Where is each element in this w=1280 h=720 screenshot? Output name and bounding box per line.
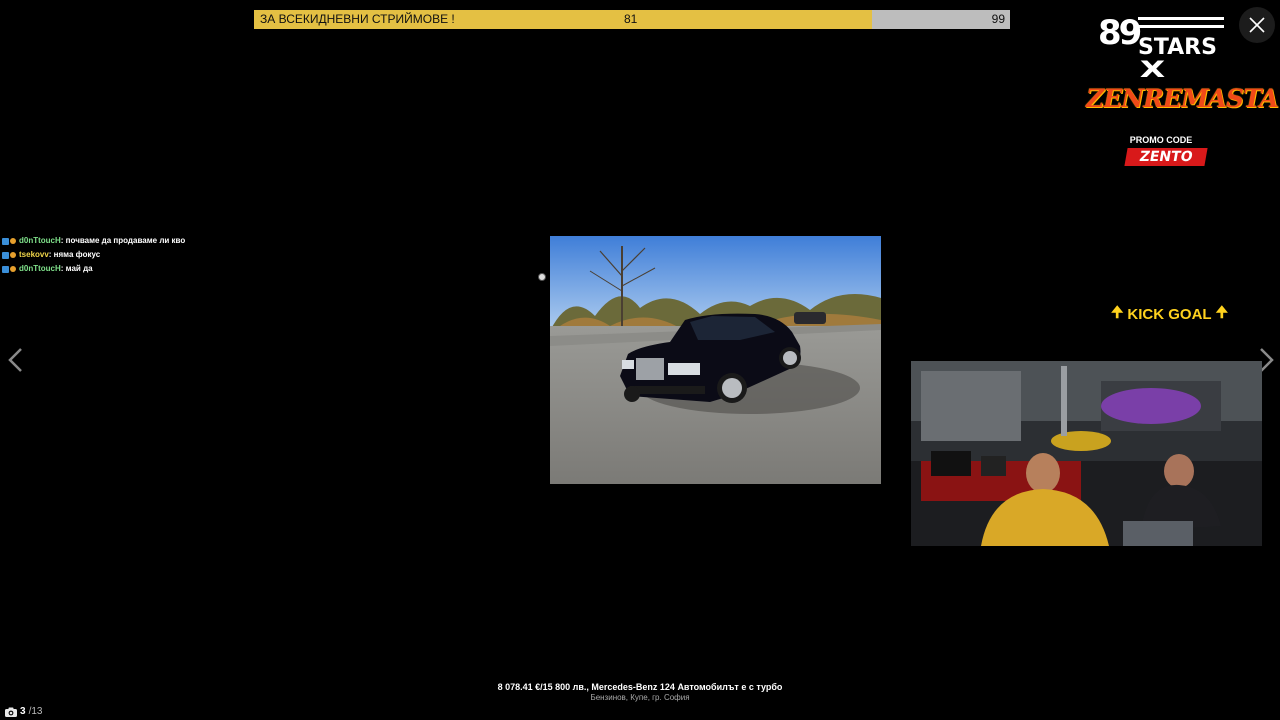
arrow-up-icon: 🠉	[1215, 303, 1228, 321]
chat-message: d0nTtoucH : май да	[2, 262, 242, 276]
image-counter: 3 /13	[5, 706, 42, 717]
webcam-feed	[911, 361, 1262, 546]
car-photo-illustration	[550, 236, 881, 484]
current-image-number: 3	[20, 706, 26, 717]
badge-icon	[10, 266, 16, 272]
chat-text: : май да	[60, 264, 93, 273]
chat-message: d0nTtoucH : почваме да продаваме ли кво	[2, 234, 242, 248]
badge-icon	[10, 252, 16, 258]
camera-icon	[5, 707, 17, 717]
listing-photo[interactable]	[550, 236, 881, 484]
sponsor-overlay: 89 STARS X ZENREMASTA PROMO CODE ZENTO	[1086, 12, 1279, 172]
close-button[interactable]	[1239, 7, 1275, 43]
sponsor-stars-word: STARS	[1138, 35, 1217, 60]
promo-code-value: ZENTO	[1124, 148, 1208, 166]
chat-username: d0nTtoucH	[19, 264, 61, 273]
webcam-illustration	[911, 361, 1262, 546]
chat-message: tsekovv : няма фокус	[2, 248, 242, 262]
listing-title: 8 078.41 €/15 800 лв., Mercedes-Benz 124…	[497, 682, 783, 692]
sponsor-number: 89	[1098, 13, 1142, 53]
indicator-dot	[538, 273, 546, 281]
badge-icon	[2, 265, 9, 273]
arrow-up-icon: 🠉	[1110, 303, 1124, 321]
chat-overlay: d0nTtoucH : почваме да продаваме ли кво …	[2, 234, 242, 276]
previous-image-button[interactable]	[4, 344, 28, 376]
goal-progress-bar: ЗА ВСЕКИДНЕВНИ СТРИЙМОВЕ ! 81 99	[254, 10, 1010, 29]
goal-target-value: 99	[991, 12, 1005, 26]
close-icon	[1249, 17, 1265, 33]
badge-icon	[2, 237, 9, 245]
listing-details: Бензинов, Купе, гр. София	[590, 693, 690, 702]
listing-caption: 8 078.41 €/15 800 лв., Mercedes-Benz 124…	[340, 682, 940, 703]
sponsor-x: X	[1139, 58, 1166, 83]
chevron-left-icon	[8, 348, 22, 372]
chat-text: : почваме да продаваме ли кво	[60, 236, 186, 245]
kick-goal-banner: 🠉 KICK GOAL 🠉	[1102, 304, 1237, 324]
badge-icon	[10, 238, 16, 244]
goal-current-value: 81	[624, 12, 638, 26]
promo-code-label: PROMO CODE	[1129, 135, 1193, 145]
goal-label: ЗА ВСЕКИДНЕВНИ СТРИЙМОВЕ !	[260, 12, 455, 26]
chat-text: : няма фокус	[48, 250, 101, 259]
sponsor-brand: ZENREMASTA	[1086, 84, 1279, 113]
sponsor-stripes	[1138, 17, 1224, 33]
chat-username: tsekovv	[19, 250, 49, 259]
kick-goal-label: KICK GOAL	[1127, 305, 1212, 323]
total-image-count: /13	[28, 706, 43, 717]
chat-username: d0nTtoucH	[19, 236, 61, 245]
badge-icon	[2, 251, 9, 259]
